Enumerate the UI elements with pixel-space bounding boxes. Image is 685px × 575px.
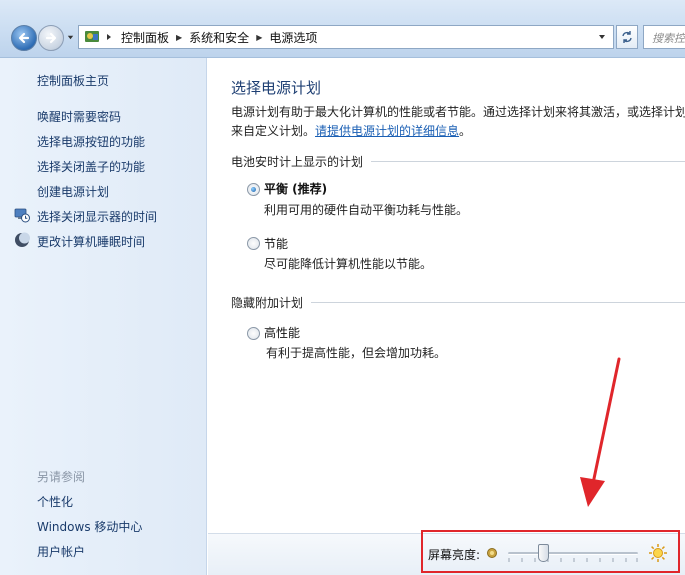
group-hidden-plans: 隐藏附加计划 xyxy=(231,294,685,311)
group-hidden-label[interactable]: 隐藏附加计划 xyxy=(231,294,303,311)
breadcrumb-system-security[interactable]: 系统和安全 xyxy=(189,29,249,46)
sidebar-home-link[interactable]: 控制面板主页 xyxy=(37,72,109,89)
plan-high-performance-description: 有利于提高性能，但会增加功耗。 xyxy=(266,346,447,360)
address-toolbar: 控制面板 ▶ 系统和安全 ▶ 电源选项 搜索控制面板 xyxy=(0,0,685,58)
breadcrumb-control-panel[interactable]: 控制面板 xyxy=(121,29,169,46)
back-button[interactable] xyxy=(11,25,37,51)
page-description: 电源计划有助于最大化计算机的性能或者节能。通过选择计划来将其激活，或选择计划来自… xyxy=(231,103,685,141)
recent-pages-dropdown-icon[interactable] xyxy=(66,33,75,42)
forward-arrow-icon xyxy=(45,32,57,44)
refresh-button[interactable] xyxy=(616,25,638,49)
forward-button[interactable] xyxy=(38,25,64,51)
moon-icon xyxy=(15,232,30,247)
sidebar-item-power-button[interactable]: 选择电源按钮的功能 xyxy=(37,133,145,150)
plan-details-link[interactable]: 请提供电源计划的详细信息 xyxy=(315,124,459,138)
control-panel-icon xyxy=(85,31,99,42)
plan-balanced-description: 利用可用的硬件自动平衡功耗与性能。 xyxy=(264,203,469,217)
group-battery-label: 电池安时计上显示的计划 xyxy=(231,155,364,169)
group-battery-plans: 电池安时计上显示的计划 xyxy=(231,153,685,170)
sidebar-item-display-off[interactable]: 选择关闭显示器的时间 xyxy=(37,208,157,225)
monitor-clock-icon xyxy=(14,208,30,223)
see-also-mobility-center[interactable]: Windows 移动中心 xyxy=(37,518,142,535)
main-panel: 选择电源计划 电源计划有助于最大化计算机的性能或者节能。通过选择计划来将其激活，… xyxy=(208,58,685,533)
sidebar-item-create-plan[interactable]: 创建电源计划 xyxy=(37,183,109,200)
plan-balanced-radio[interactable] xyxy=(247,183,260,196)
group-divider xyxy=(311,302,685,303)
sidebar-item-wake-password[interactable]: 唤醒时需要密码 xyxy=(37,108,121,125)
plan-power-saver-radio[interactable] xyxy=(247,237,260,250)
page-title: 选择电源计划 xyxy=(231,79,322,97)
plan-power-saver-description: 尽可能降低计算机性能以节能。 xyxy=(264,257,433,271)
sidebar-item-lid-close[interactable]: 选择关闭盖子的功能 xyxy=(37,158,145,175)
plan-high-performance-radio[interactable] xyxy=(247,327,260,340)
breadcrumb-separator-icon[interactable] xyxy=(105,33,113,41)
address-dropdown-icon[interactable] xyxy=(597,32,607,42)
description-end: 。 xyxy=(459,124,472,138)
annotation-highlight-box xyxy=(421,530,680,573)
see-also-heading: 另请参阅 xyxy=(37,470,86,484)
plan-balanced-name[interactable]: 平衡 (推荐) xyxy=(264,180,327,197)
search-input[interactable]: 搜索控制面板 xyxy=(643,25,685,49)
group-divider xyxy=(371,161,685,162)
sidebar: 控制面板主页 唤醒时需要密码 选择电源按钮的功能 选择关闭盖子的功能 创建电源计… xyxy=(0,58,207,575)
address-bar[interactable]: 控制面板 ▶ 系统和安全 ▶ 电源选项 xyxy=(78,25,614,49)
back-arrow-icon xyxy=(18,32,30,44)
breadcrumb-separator-icon[interactable]: ▶ xyxy=(176,33,182,42)
refresh-icon xyxy=(622,31,632,43)
plan-power-saver-name[interactable]: 节能 xyxy=(264,235,288,252)
breadcrumb-separator-icon[interactable]: ▶ xyxy=(256,33,262,42)
breadcrumb-power-options[interactable]: 电源选项 xyxy=(269,29,317,46)
plan-high-performance-name[interactable]: 高性能 xyxy=(264,324,300,341)
see-also-user-accounts[interactable]: 用户帐户 xyxy=(37,543,85,560)
see-also-personalization[interactable]: 个性化 xyxy=(37,493,73,510)
sidebar-item-sleep-time[interactable]: 更改计算机睡眠时间 xyxy=(37,233,145,250)
